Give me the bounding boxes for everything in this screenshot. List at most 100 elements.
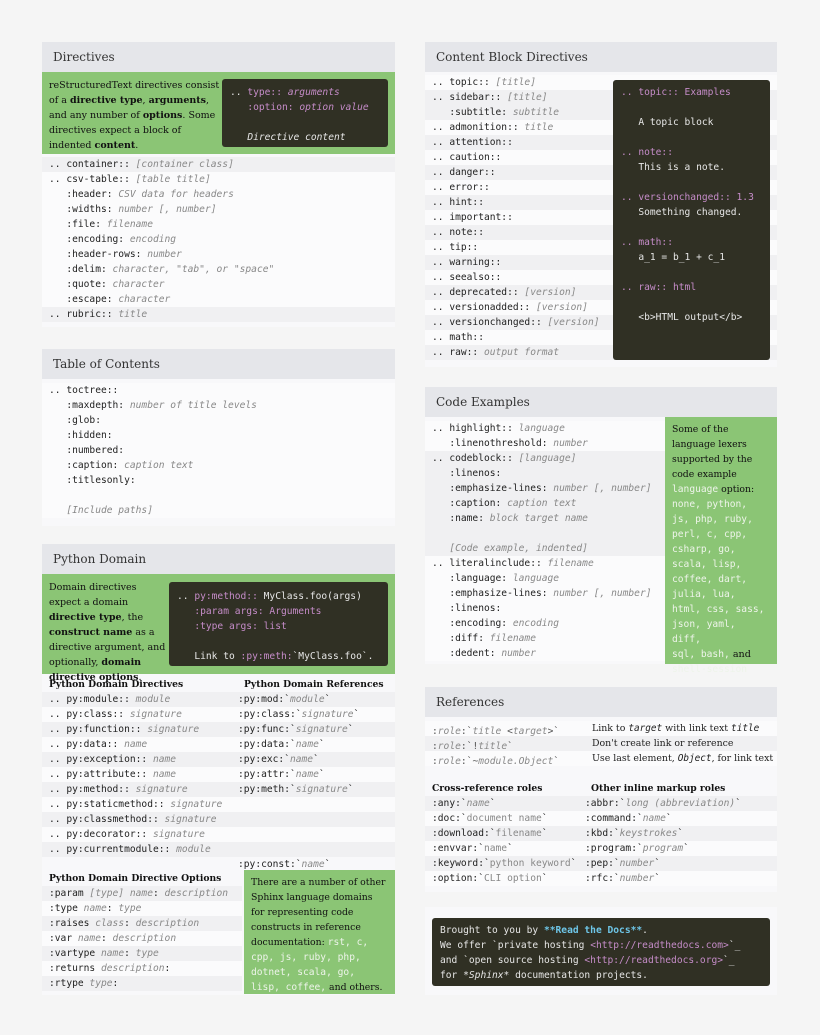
option-key: :type <box>49 903 78 914</box>
intro-text: reStructuredText directives consist of a… <box>49 80 220 151</box>
option-sep: : <box>112 978 119 989</box>
line-dots: .. <box>432 317 450 328</box>
line-dots: .. <box>49 799 67 810</box>
example-line: .. versionchanged:: 1.3 <box>621 190 762 205</box>
desc-code: Object <box>677 753 712 764</box>
role-argument: name <box>642 813 666 824</box>
directive-line <box>425 526 665 541</box>
lexer-names: perl, c, cpp, <box>672 529 748 540</box>
line-keyword: :header-rows: <box>66 249 142 260</box>
line-keyword: py:data:: <box>66 739 119 750</box>
line-keyword: math:: <box>449 332 484 343</box>
line-dots: .. <box>432 197 450 208</box>
example-line <box>621 220 762 235</box>
role-row: :pep:`number` <box>585 856 777 871</box>
ref-argument: name <box>295 769 319 780</box>
line-argument: [title] <box>489 77 536 88</box>
line-keyword: tip:: <box>449 242 479 253</box>
role-tick: ` <box>683 843 689 854</box>
example-keyword: math:: <box>638 237 673 248</box>
line-keyword: :name: <box>449 513 484 524</box>
line-argument: CSV data for headers <box>112 189 234 200</box>
option-argument: type <box>83 978 113 989</box>
py-options-heading: Python Domain Directive Options <box>49 873 222 884</box>
line-dots <box>432 528 449 539</box>
line-argument: [container class] <box>129 159 234 170</box>
example-value: 1.3 <box>730 192 754 203</box>
line-dots <box>49 264 66 275</box>
lexer-names: html, css, sass, <box>672 604 765 615</box>
line-argument: language <box>512 423 565 434</box>
line-keyword: :header: <box>66 189 113 200</box>
line-keyword: :escape: <box>66 294 113 305</box>
line-dots: .. <box>432 453 450 464</box>
example-value: <b>HTML output</b> <box>638 312 743 323</box>
python-domain-panel: Python Domain Domain directives expect a… <box>42 544 395 995</box>
role-argument: name <box>466 798 490 809</box>
line-dots: .. <box>432 212 450 223</box>
line-keyword: :subtitle: <box>449 107 508 118</box>
py-reference-row <box>238 827 395 842</box>
role-row: :rfc:`number` <box>585 871 777 886</box>
py-reference-row: :py:meth:`signature` <box>238 782 395 797</box>
ref-tick: ` <box>313 754 319 765</box>
role-tick: ` <box>541 828 548 839</box>
directive-line: :header: CSV data for headers <box>42 187 395 202</box>
line-keyword: error:: <box>449 182 490 193</box>
line-keyword: warning:: <box>449 257 502 268</box>
line-argument: number <box>141 249 182 260</box>
line-dots <box>432 648 449 659</box>
line-keyword: :caption: <box>449 498 502 509</box>
role-syntax-list: :role:`title <target>` Link to target wit… <box>425 717 777 767</box>
desc-pre: Don't create link or reference <box>592 738 734 749</box>
ref-tick: ` <box>347 724 354 735</box>
line-dots: .. <box>432 227 450 238</box>
lexer-line: sql, bash, and <box>672 647 770 662</box>
line-dots: .. <box>49 784 67 795</box>
directive-line: :emphasize-lines: number [, number] <box>425 481 665 496</box>
directive-line: :maxdepth: number of title levels <box>42 398 395 413</box>
py-reference-row <box>238 797 395 812</box>
ref-role: :py:func:` <box>238 724 296 735</box>
example-dots <box>621 207 638 218</box>
ref-argument: name <box>295 739 319 750</box>
line-keyword: note:: <box>449 227 484 238</box>
line-dots <box>432 633 449 644</box>
line-dots: .. <box>432 92 450 103</box>
line-keyword: py:class:: <box>66 709 125 720</box>
lexer-names: scala, lisp, <box>672 559 742 570</box>
line-keyword: py:decorator:: <box>66 829 148 840</box>
line-argument: [language] <box>512 453 577 464</box>
option-argument: [type] name <box>83 888 153 899</box>
directive-line: :linenothreshold: number <box>425 436 665 451</box>
line-dots: .. <box>432 272 450 283</box>
role-mid: :`~ <box>460 756 479 767</box>
role-key: :command:` <box>585 813 643 824</box>
example-keyword: versionchanged:: <box>638 192 731 203</box>
open-source-hosting-link[interactable]: <http://readthedocs.org> <box>584 955 723 966</box>
directives-list: .. container:: [container class].. csv-t… <box>42 154 395 322</box>
line-argument: output format <box>478 347 560 358</box>
line-keyword: versionchanged:: <box>449 317 542 328</box>
private-hosting-link[interactable]: <http://readthedocs.com> <box>590 940 729 951</box>
line-dots: .. <box>432 558 450 569</box>
intro-text: Domain directives expect a domain direct… <box>49 582 166 683</box>
line-keyword: :emphasize-lines: <box>449 483 548 494</box>
read-the-docs-credit: Brought to you by **Read the Docs**. We … <box>432 918 770 986</box>
line-argument: module <box>129 694 171 705</box>
line-dots <box>432 468 449 479</box>
directive-line: :linenos: <box>425 601 665 616</box>
role-argument: filename <box>495 828 542 839</box>
lexers-note: Some of the language lexers supported by… <box>665 417 777 675</box>
read-the-docs-link[interactable]: **Read the Docs** <box>544 925 642 936</box>
line-dots <box>49 294 66 305</box>
role-key: :option:` <box>432 873 484 884</box>
line-keyword: important:: <box>449 212 513 223</box>
line-argument: signature <box>164 799 223 810</box>
line-dots <box>49 219 66 230</box>
role-key: :download:` <box>432 828 496 839</box>
role-tick: ` <box>654 858 661 869</box>
example-value: html <box>667 282 697 293</box>
panel-title: References <box>425 687 777 717</box>
role-description: Use last element, Object, for link text <box>592 751 773 766</box>
